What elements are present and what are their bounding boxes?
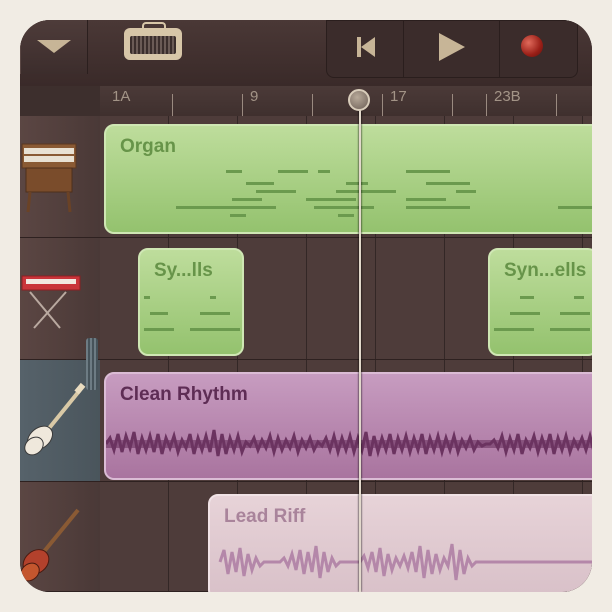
timeline-ruler[interactable]: 1A 9 17 23B (100, 86, 592, 117)
menu-button[interactable] (20, 20, 88, 74)
audio-waveform (218, 543, 592, 581)
region-organ[interactable]: Organ (104, 124, 592, 234)
ruler-marker: 23B (494, 88, 521, 105)
region-lead-riff[interactable]: Lead Riff (208, 494, 592, 592)
ruler-marker: 1A (112, 88, 131, 105)
region-label: Organ (120, 136, 176, 157)
toolbar (20, 20, 592, 87)
region-label: Syn...ells (504, 260, 587, 281)
region-label: Sy...lls (154, 260, 213, 281)
transport-controls (326, 20, 578, 78)
ruler-marker: 9 (250, 88, 259, 105)
ruler-marker: 17 (390, 88, 407, 105)
triangle-down-icon (37, 40, 71, 53)
audio-waveform (106, 429, 592, 458)
region-synth-2[interactable]: Syn...ells (488, 248, 592, 356)
record-icon (521, 35, 543, 57)
region-synth-1[interactable]: Sy...lls (138, 248, 244, 356)
organ-icon (21, 143, 77, 213)
play-icon (439, 33, 465, 61)
lane-synth: Sy...lls Syn...ells (100, 238, 592, 360)
ruler-corner (20, 86, 100, 117)
electric-guitar-lead-icon (20, 508, 80, 582)
region-label: Clean Rhythm (120, 384, 248, 405)
playhead-handle[interactable] (348, 89, 370, 111)
track-resize-handle[interactable] (86, 338, 98, 390)
amplifier-icon[interactable] (124, 22, 182, 60)
track-header-organ[interactable] (20, 116, 100, 238)
rewind-button[interactable] (327, 21, 404, 77)
region-clean-rhythm[interactable]: Clean Rhythm (104, 372, 592, 480)
lane-organ: Organ (100, 116, 592, 238)
track-header-lead-riff[interactable] (20, 482, 100, 592)
garageband-tracks-view: 1A 9 17 23B Organ Sy...lls Syn...ells Cl… (20, 20, 592, 592)
lane-clean-rhythm: Clean Rhythm (100, 360, 592, 482)
region-label: Lead Riff (224, 506, 306, 527)
record-button[interactable] (499, 21, 577, 77)
playhead-line (359, 110, 361, 592)
lane-lead-riff: Lead Riff (100, 482, 592, 592)
play-button[interactable] (403, 21, 500, 77)
